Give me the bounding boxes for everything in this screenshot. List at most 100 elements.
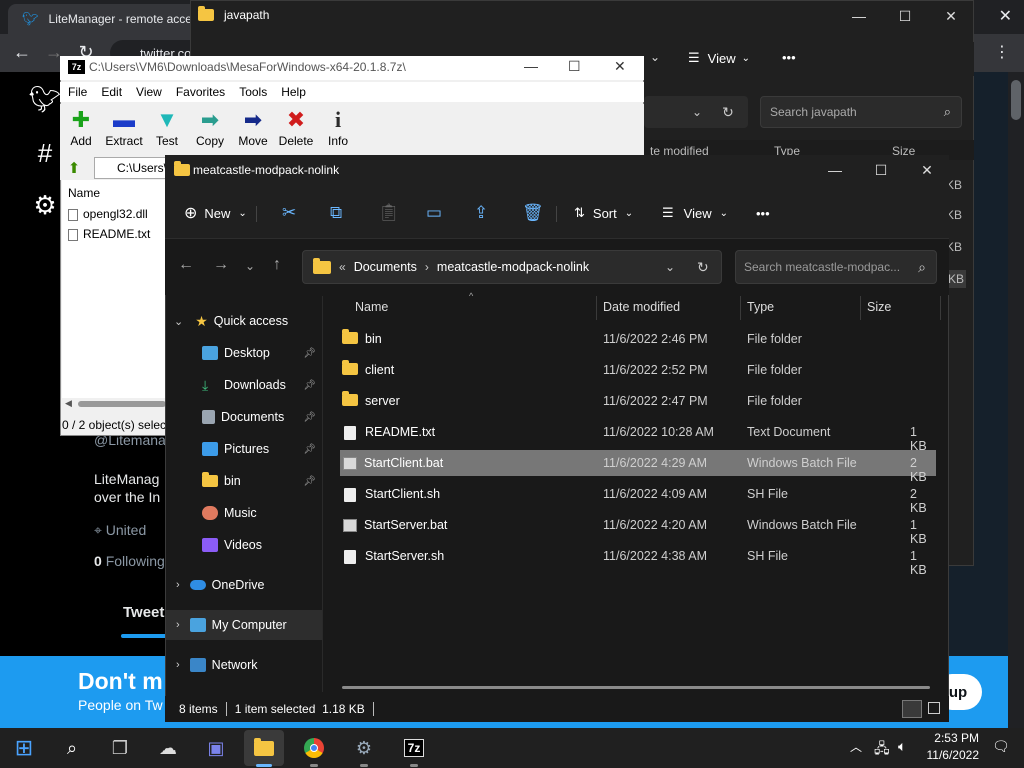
teams-chat-icon[interactable]: ▣ xyxy=(196,730,236,766)
following-link[interactable]: 0 Following xyxy=(94,553,165,569)
minimize-icon[interactable]: — xyxy=(836,1,882,31)
nav-documents[interactable]: Documents 📌︎ xyxy=(166,402,322,432)
file-explorer-taskbar-icon[interactable] xyxy=(244,730,284,766)
copy-button[interactable]: ➡ Copy xyxy=(186,106,234,148)
table-row[interactable]: README.txt 11/6/2022 10:28 AM Text Docum… xyxy=(340,419,936,453)
breadcrumb-overflow[interactable]: « xyxy=(339,260,346,274)
show-hidden-icons-chevron-icon[interactable]: ︿ xyxy=(850,738,862,755)
new-button[interactable]: ⊕ New ⌄ xyxy=(184,200,247,226)
paste-icon[interactable]: 📋︎ xyxy=(378,200,400,226)
chrome-icon[interactable] xyxy=(294,730,334,766)
tab-tweets[interactable]: Tweet xyxy=(123,604,164,621)
rename-icon[interactable]: ▭ xyxy=(426,200,442,226)
browser-scrollbar[interactable] xyxy=(1008,72,1024,728)
table-row[interactable]: bin 11/6/2022 2:46 PM File folder xyxy=(340,326,936,352)
sort-button[interactable]: ⇅ Sort ⌄ xyxy=(574,200,633,226)
start-windows-icon[interactable]: ⊞ xyxy=(4,730,44,766)
settings-gear-icon[interactable]: ⚙ xyxy=(344,730,384,766)
refresh-icon[interactable]: ↻ xyxy=(722,104,734,121)
nav-bin[interactable]: bin 📌︎ xyxy=(166,466,322,496)
folder-up-icon[interactable]: ⬆ xyxy=(64,158,84,178)
maximize-icon[interactable]: ☐ xyxy=(568,58,581,75)
delete-trash-icon[interactable]: 🗑︎ xyxy=(522,200,544,226)
column-divider[interactable] xyxy=(740,296,741,320)
table-row-selected[interactable]: StartClient.bat 11/6/2022 4:29 AM Window… xyxy=(340,450,936,484)
table-row[interactable]: server 11/6/2022 2:47 PM File folder xyxy=(340,388,936,414)
nav-my-computer[interactable]: › My Computer xyxy=(166,610,322,640)
table-row[interactable]: client 11/6/2022 2:52 PM File folder xyxy=(340,357,936,383)
move-button[interactable]: ➡ Move xyxy=(229,106,277,148)
breadcrumb-current[interactable]: meatcastle-modpack-nolink xyxy=(437,260,589,274)
tiles-view-icon[interactable] xyxy=(928,702,940,714)
scrollbar-thumb[interactable] xyxy=(78,401,166,407)
details-view-icon[interactable] xyxy=(902,700,922,718)
more-options-button[interactable]: ••• xyxy=(756,200,770,226)
table-row[interactable]: StartServer.sh 11/6/2022 4:38 AM SH File… xyxy=(340,543,936,577)
table-row[interactable]: StartServer.bat 11/6/2022 4:20 AM Window… xyxy=(340,512,936,546)
cut-scissors-icon[interactable]: ✂ xyxy=(282,200,296,226)
taskbar-clock[interactable]: 2:53 PM 11/6/2022 xyxy=(915,730,980,764)
chevron-down-icon[interactable]: ⌄ xyxy=(650,50,660,64)
nav-desktop[interactable]: Desktop 📌︎ xyxy=(166,338,322,368)
notifications-icon[interactable]: 🗨︎ xyxy=(992,738,1010,755)
scroll-left-icon[interactable]: ◀ xyxy=(65,398,72,409)
task-view-icon[interactable]: ❐ xyxy=(100,730,140,766)
copy-icon[interactable]: ⧉ xyxy=(330,200,342,226)
settings-gear-icon[interactable]: ⚙ xyxy=(28,188,62,222)
share-icon[interactable]: ⇪ xyxy=(474,200,488,226)
nav-onedrive[interactable]: › OneDrive xyxy=(166,570,322,600)
column-divider[interactable] xyxy=(596,296,597,320)
column-header-date[interactable]: Date modified xyxy=(603,300,680,314)
menu-edit[interactable]: Edit xyxy=(101,85,122,99)
delete-button[interactable]: ✖ Delete xyxy=(272,106,320,148)
forward-arrow-icon[interactable]: → xyxy=(213,256,229,274)
nav-network[interactable]: › Network xyxy=(166,650,322,680)
maximize-icon[interactable]: ☐ xyxy=(882,1,928,31)
nav-quick-access[interactable]: ⌄ ★ Quick access xyxy=(166,306,322,336)
close-icon[interactable]: ✕ xyxy=(928,1,974,31)
list-item[interactable]: README.txt xyxy=(68,227,150,241)
javapath-view-button[interactable]: ☰ View ⌄ xyxy=(688,50,750,66)
maximize-icon[interactable]: ☐ xyxy=(858,155,904,185)
chevron-down-icon[interactable]: ⌄ xyxy=(665,260,675,274)
extract-button[interactable]: ▬ Extract xyxy=(100,106,148,148)
menu-tools[interactable]: Tools xyxy=(239,85,267,99)
horizontal-scrollbar[interactable] xyxy=(342,686,930,689)
column-header-name[interactable]: Name xyxy=(68,186,100,200)
list-item[interactable]: opengl32.dll xyxy=(68,207,148,221)
volume-icon[interactable]: 🔈︎ xyxy=(898,738,906,755)
back-arrow-icon[interactable]: ← xyxy=(178,256,194,274)
minimize-icon[interactable]: — xyxy=(812,155,858,185)
browser-close-icon[interactable]: ✕ xyxy=(999,6,1012,26)
more-options-button[interactable]: ••• xyxy=(782,50,796,65)
add-button[interactable]: ✚ Add xyxy=(57,106,105,148)
menu-favorites[interactable]: Favorites xyxy=(176,85,225,99)
browser-tab[interactable]: 🐦︎ LiteManager - remote access xyxy=(8,4,198,34)
sevenzip-taskbar-icon[interactable]: 7z xyxy=(394,730,434,766)
column-header-type[interactable]: Type xyxy=(747,300,774,314)
nav-pictures[interactable]: Pictures 📌︎ xyxy=(166,434,322,464)
close-icon[interactable]: ✕ xyxy=(614,58,626,75)
refresh-icon[interactable]: ↻ xyxy=(697,259,709,276)
column-divider[interactable] xyxy=(940,296,941,320)
widgets-icon[interactable]: ☁ xyxy=(148,730,188,766)
column-header-name[interactable]: Name xyxy=(355,300,388,314)
table-row[interactable]: StartClient.sh 11/6/2022 4:09 AM SH File… xyxy=(340,481,936,515)
browser-scrollbar-thumb[interactable] xyxy=(1011,80,1021,120)
test-button[interactable]: ▼ Test xyxy=(143,106,191,148)
chevron-down-icon[interactable]: ⌄ xyxy=(692,105,702,119)
explorer-search-input[interactable]: Search meatcastle-modpac... ⌕ xyxy=(735,250,937,284)
explorer-address-bar[interactable]: « Documents › meatcastle-modpack-nolink … xyxy=(302,250,722,284)
info-button[interactable]: i Info xyxy=(314,106,362,148)
javapath-address-bar[interactable]: ⌄ ↻ xyxy=(644,96,748,128)
nav-downloads[interactable]: ⤓ Downloads 📌︎ xyxy=(166,370,322,400)
browser-menu-icon[interactable]: ⋮ xyxy=(994,42,1010,62)
column-divider[interactable] xyxy=(860,296,861,320)
javapath-search-input[interactable]: Search javapath ⌕ xyxy=(760,96,962,128)
menu-file[interactable]: File xyxy=(68,85,87,99)
nav-music[interactable]: Music xyxy=(166,498,322,528)
view-button[interactable]: ☰ View ⌄ xyxy=(662,200,728,226)
column-header-size[interactable]: Size xyxy=(867,300,891,314)
recent-locations-chevron-icon[interactable]: ⌄ xyxy=(245,259,255,273)
close-icon[interactable]: ✕ xyxy=(904,155,950,185)
